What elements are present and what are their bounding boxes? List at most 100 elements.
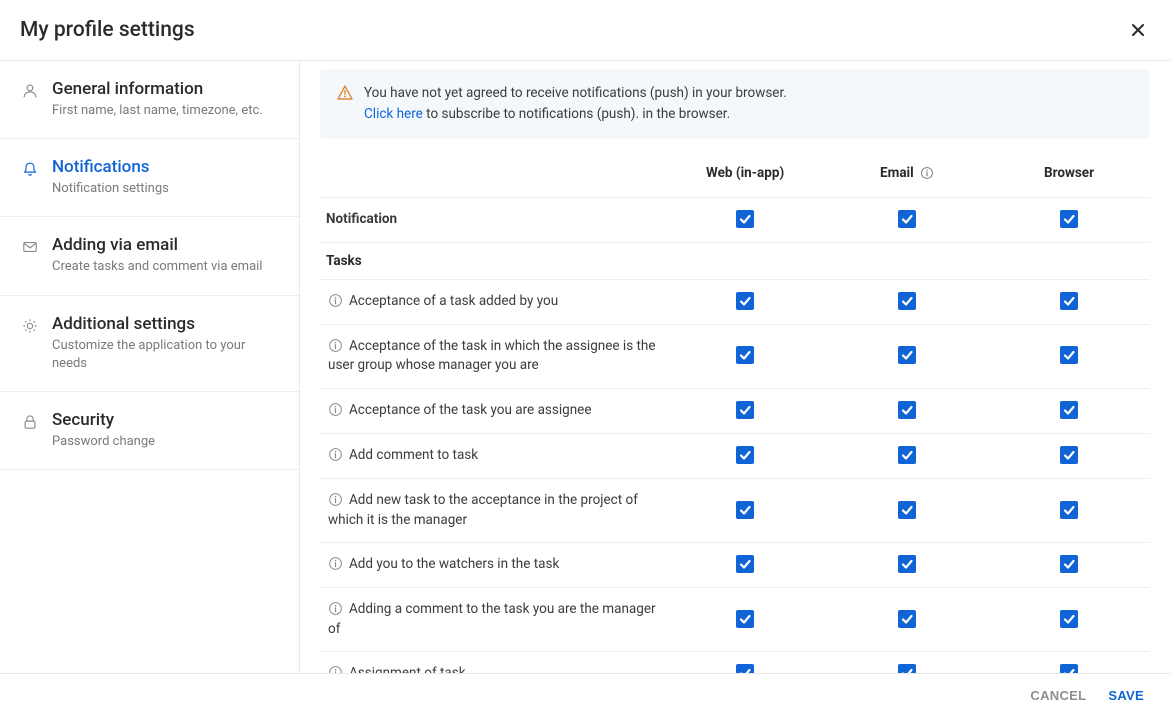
master-label: Notification [320,197,664,242]
notification-label: Add you to the watchers in the task [320,543,664,588]
notification-row: Assignment of task [320,652,1150,673]
group-label-tasks: Tasks [320,242,1150,279]
sidebar-item-subtitle: Notification settings [52,180,169,198]
checkbox-email[interactable] [898,501,916,519]
notification-label: Adding a comment to the task you are the… [320,588,664,652]
settings-sidebar: General information First name, last nam… [0,61,300,673]
checkbox-browser[interactable] [1060,346,1078,364]
column-header-email: Email [826,159,988,198]
checkbox-browser[interactable] [1060,501,1078,519]
sidebar-item-title: Notifications [52,157,169,177]
notification-text: Add new task to the acceptance in the pr… [328,492,638,528]
info-icon[interactable] [328,402,343,417]
sidebar-item-subtitle: First name, last name, timezone, etc. [52,102,263,120]
modal-title: My profile settings [20,18,195,42]
sidebar-item-notifications[interactable]: Notifications Notification settings [0,139,299,217]
notification-label: Acceptance of the task in which the assi… [320,324,664,388]
alert-subscribe-link[interactable]: Click here [364,106,423,122]
lock-icon [20,410,40,451]
notification-table-wrap: Web (in-app) Email Browser Notification [320,159,1150,673]
cancel-button[interactable]: CANCEL [1030,688,1086,703]
push-alert: You have not yet agreed to receive notif… [320,69,1150,139]
checkbox-browser[interactable] [1060,664,1078,673]
notification-text: Add you to the watchers in the task [349,556,559,572]
notification-text: Acceptance of a task added by you [349,293,558,309]
sidebar-item-security[interactable]: Security Password change [0,392,299,470]
checkbox-web[interactable] [736,346,754,364]
notification-text: Assignment of task [349,665,466,673]
gear-icon [20,314,40,373]
sidebar-item-title: General information [52,79,263,99]
sidebar-item-subtitle: Password change [52,433,155,451]
checkbox-web[interactable] [736,664,754,673]
notification-row: Adding a comment to the task you are the… [320,588,1150,652]
sidebar-item-title: Security [52,410,155,430]
modal-header: My profile settings [0,0,1170,61]
envelope-icon [20,235,40,276]
info-icon[interactable] [328,601,343,616]
info-icon[interactable] [328,556,343,571]
checkbox-web[interactable] [736,401,754,419]
checkbox-browser[interactable] [1060,610,1078,628]
close-icon [1129,21,1147,39]
checkbox-master-web[interactable] [736,210,754,228]
column-header-web: Web (in-app) [664,159,826,198]
notification-text: Add comment to task [349,447,478,463]
checkbox-web[interactable] [736,501,754,519]
user-icon [20,79,40,120]
info-icon[interactable] [920,166,934,180]
sidebar-item-email[interactable]: Adding via email Create tasks and commen… [0,217,299,295]
sidebar-item-title: Adding via email [52,235,262,255]
checkbox-email[interactable] [898,292,916,310]
checkbox-email[interactable] [898,346,916,364]
info-icon[interactable] [328,665,343,673]
modal-footer: CANCEL SAVE [0,673,1170,717]
content-panel: You have not yet agreed to receive notif… [300,61,1170,673]
notification-text: Acceptance of the task you are assignee [349,402,591,418]
checkbox-master-email[interactable] [898,210,916,228]
notification-row: Acceptance of a task added by you [320,279,1150,324]
checkbox-email[interactable] [898,555,916,573]
checkbox-web[interactable] [736,555,754,573]
save-button[interactable]: SAVE [1108,688,1144,703]
alert-text-2: to subscribe to notifications (push). in… [423,106,730,122]
info-icon[interactable] [328,447,343,462]
notification-row: Add new task to the acceptance in the pr… [320,478,1150,542]
alert-text-1: You have not yet agreed to receive notif… [364,85,787,101]
checkbox-master-browser[interactable] [1060,210,1078,228]
checkbox-email[interactable] [898,446,916,464]
notification-row: Acceptance of the task in which the assi… [320,324,1150,388]
sidebar-item-subtitle: Create tasks and comment via email [52,258,262,276]
info-icon[interactable] [328,338,343,353]
info-icon[interactable] [328,293,343,308]
checkbox-web[interactable] [736,610,754,628]
sidebar-item-additional[interactable]: Additional settings Customize the applic… [0,296,299,392]
column-header-browser: Browser [988,159,1150,198]
notification-label: Add comment to task [320,433,664,478]
notification-row: Acceptance of the task you are assignee [320,388,1150,433]
notification-row: Add you to the watchers in the task [320,543,1150,588]
sidebar-item-subtitle: Customize the application to your needs [52,337,279,373]
sidebar-item-general[interactable]: General information First name, last nam… [0,61,299,139]
notification-table: Web (in-app) Email Browser Notification [320,159,1150,673]
notification-label: Assignment of task [320,652,664,673]
checkbox-email[interactable] [898,610,916,628]
notification-label: Acceptance of a task added by you [320,279,664,324]
checkbox-browser[interactable] [1060,446,1078,464]
warning-icon [336,84,354,102]
close-button[interactable] [1126,18,1150,42]
notification-label: Add new task to the acceptance in the pr… [320,478,664,542]
info-icon[interactable] [328,492,343,507]
notification-row: Add comment to task [320,433,1150,478]
checkbox-browser[interactable] [1060,401,1078,419]
checkbox-web[interactable] [736,292,754,310]
profile-settings-modal: My profile settings General information … [0,0,1170,717]
checkbox-browser[interactable] [1060,555,1078,573]
checkbox-email[interactable] [898,401,916,419]
checkbox-web[interactable] [736,446,754,464]
sidebar-item-title: Additional settings [52,314,279,334]
checkbox-browser[interactable] [1060,292,1078,310]
bell-icon [20,157,40,198]
notification-label: Acceptance of the task you are assignee [320,388,664,433]
checkbox-email[interactable] [898,664,916,673]
